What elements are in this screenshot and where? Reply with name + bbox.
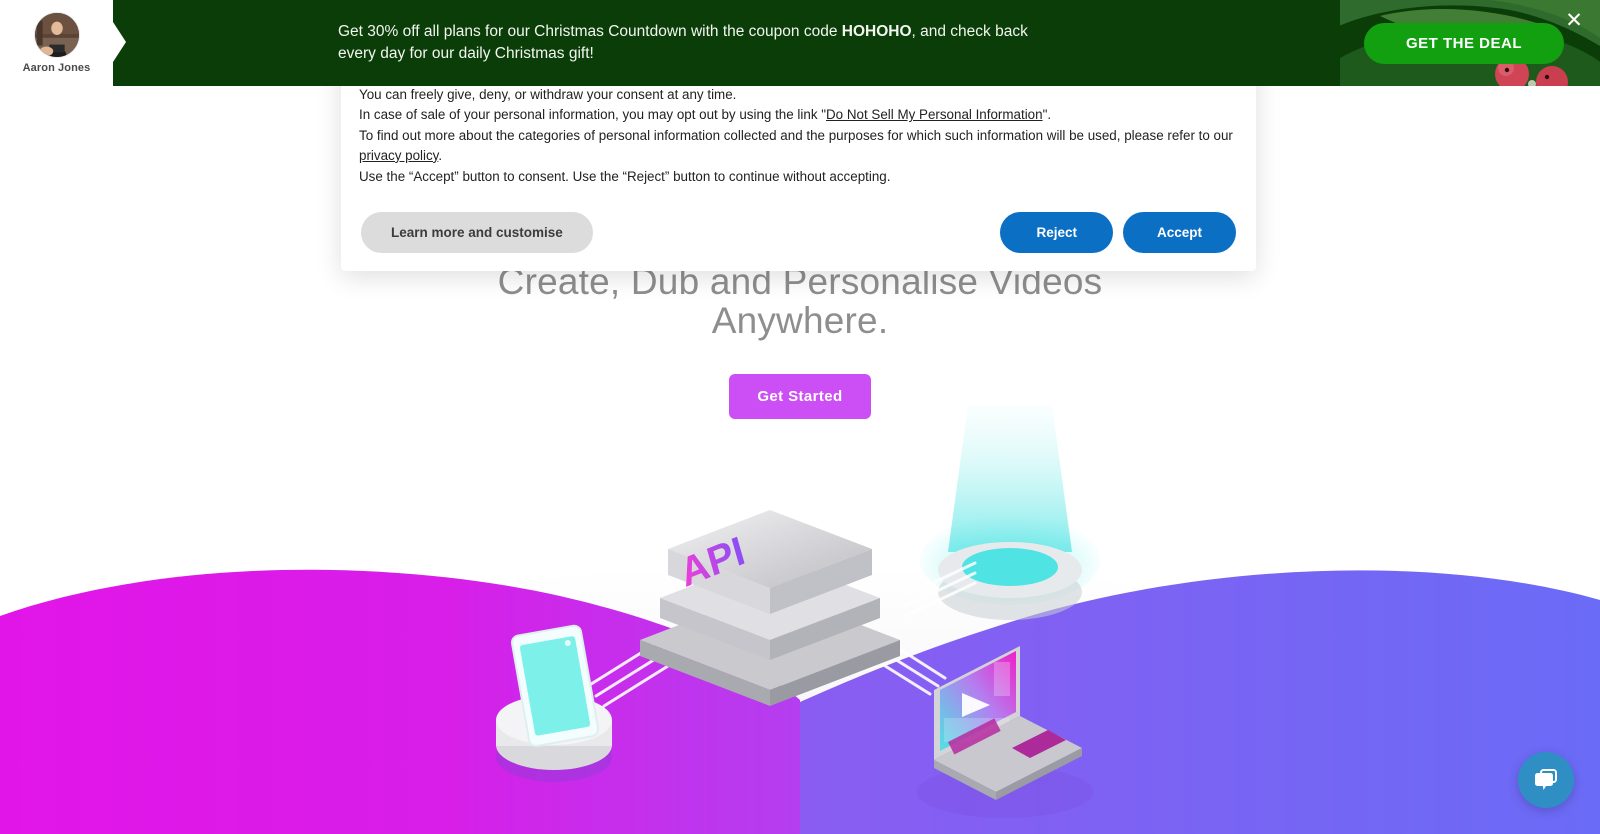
profile-chip[interactable]: Aaron Jones: [0, 0, 113, 86]
cookie-primary-actions: Reject Accept: [1000, 212, 1236, 254]
close-icon[interactable]: ✕: [1561, 7, 1587, 33]
cookie-line-2: You can freely give, deny, or withdraw y…: [359, 86, 737, 102]
api-box: API: [640, 510, 900, 706]
promo-banner-content: Get 30% off all plans for our Christmas …: [113, 0, 1600, 86]
accept-button[interactable]: Accept: [1122, 212, 1236, 254]
chat-widget-button[interactable]: [1518, 752, 1574, 808]
cookie-line-4-after: .: [438, 147, 443, 163]
cookie-line-4-text: To find out more about the categories of…: [359, 128, 1233, 144]
promo-banner-text: Get 30% off all plans for our Christmas …: [338, 21, 1058, 65]
landing-page: Create, Dub and Personalise Videos Anywh…: [0, 0, 1600, 834]
laptop: [917, 646, 1093, 818]
cookie-dialog-actions: Learn more and customise Reject Accept: [359, 212, 1238, 254]
promo-text-before: Get 30% off all plans for our Christmas …: [338, 23, 842, 40]
learn-more-button[interactable]: Learn more and customise: [361, 212, 593, 254]
cookie-line-3-before: In case of sale of your personal informa…: [359, 107, 826, 123]
hero-section: Create, Dub and Personalise Videos Anywh…: [0, 261, 1600, 420]
get-started-button[interactable]: Get Started: [729, 374, 871, 420]
get-the-deal-button[interactable]: GET THE DEAL: [1363, 22, 1564, 64]
chat-bubbles-icon: [1535, 769, 1557, 790]
privacy-policy-link[interactable]: privacy policy: [359, 148, 438, 163]
reject-button[interactable]: Reject: [1000, 212, 1113, 254]
cookie-line-5: Use the “Accept” button to consent. Use …: [359, 168, 891, 184]
page-title: Create, Dub and Personalise Videos Anywh…: [497, 261, 1103, 342]
profile-chip-arrow: [113, 22, 126, 62]
christmas-promo-banner: Get 30% off all plans for our Christmas …: [113, 0, 1600, 86]
cookie-line-4: To find out more about the categories of…: [359, 126, 1238, 165]
cookie-line-3-after: ".: [1042, 107, 1052, 123]
phone-on-pedestal: [496, 624, 612, 782]
profile-name: Aaron Jones: [22, 62, 91, 74]
user-photo-avatar-icon: [34, 13, 79, 57]
do-not-sell-link[interactable]: Do Not Sell My Personal Information: [826, 107, 1043, 122]
cookie-line-3: In case of sale of your personal informa…: [359, 105, 1238, 125]
coupon-code: HOHOHO: [841, 23, 912, 40]
avatar: [33, 12, 80, 58]
